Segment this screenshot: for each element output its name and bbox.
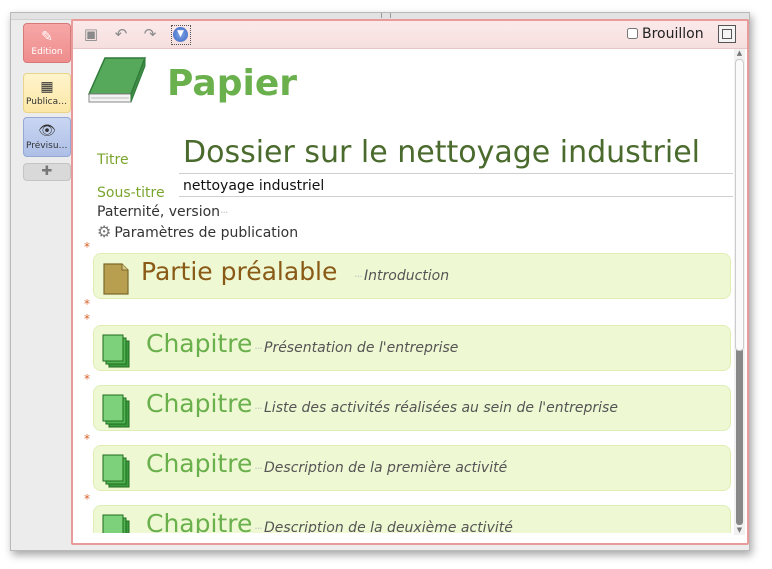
- pencil-icon: ✎: [41, 29, 53, 45]
- draft-checkbox[interactable]: [627, 28, 638, 39]
- undo-icon: ↶: [114, 25, 128, 43]
- tab-publication[interactable]: ▦ Publication: [23, 73, 71, 113]
- block-description: ··· Introduction: [354, 268, 450, 284]
- authorship-label: Paternité, version: [97, 204, 221, 220]
- dotted-leader: ···: [254, 522, 264, 533]
- title-field[interactable]: Dossier sur le nettoyage industriel: [179, 133, 733, 174]
- publish-params-label: Paramètres de publication: [114, 225, 299, 241]
- block-description: ··· Liste des activités réalisées au sei…: [254, 400, 618, 416]
- chapter-block[interactable]: Chapitre ··· Description de la deuxième …: [93, 505, 731, 533]
- redo-button[interactable]: ↷: [141, 25, 159, 43]
- document-content: Papier Titre Dossier sur le nettoyage in…: [73, 49, 733, 533]
- block-kind: Chapitre: [146, 509, 253, 533]
- chapter-icon: [102, 454, 130, 488]
- tab-edition[interactable]: ✎ Édition: [23, 23, 71, 63]
- insert-marker[interactable]: *: [84, 372, 90, 386]
- add-tab-button[interactable]: ✚: [23, 163, 71, 181]
- block-kind: Chapitre: [146, 449, 253, 478]
- draft-toggle[interactable]: Brouillon: [627, 26, 704, 42]
- chapter-block[interactable]: Chapitre ··· Présentation de l'entrepris…: [93, 325, 731, 371]
- book-icon: [87, 57, 147, 103]
- dotted-leader: ···: [354, 270, 364, 283]
- dotted-leader: ···: [254, 462, 264, 475]
- resize-grip[interactable]: [381, 13, 391, 18]
- publication-icon: ▦: [40, 79, 54, 95]
- scroll-up-arrow-icon[interactable]: ▲: [735, 49, 744, 58]
- insert-marker[interactable]: *: [84, 240, 90, 254]
- draft-label: Brouillon: [642, 26, 704, 42]
- redo-icon: ↷: [143, 25, 157, 43]
- authorship-section[interactable]: Paternité, version···: [97, 204, 228, 220]
- insert-marker[interactable]: *: [84, 312, 90, 326]
- chapter-block[interactable]: Chapitre ··· Liste des activités réalisé…: [93, 385, 731, 431]
- insert-marker[interactable]: *: [84, 297, 90, 311]
- block-description: ··· Présentation de l'entreprise: [254, 340, 459, 356]
- save-icon: ▣: [83, 25, 99, 43]
- preliminary-part-block[interactable]: Partie préalable ··· Introduction: [93, 253, 731, 299]
- gear-icon: ⚙: [97, 222, 112, 241]
- tab-previsualisation-label: Prévisualisation: [26, 141, 70, 151]
- dotted-leader: ···: [220, 206, 228, 219]
- title-label: Titre: [97, 152, 129, 168]
- dotted-leader: ···: [254, 402, 264, 415]
- insert-marker[interactable]: *: [84, 432, 90, 446]
- tab-previsualisation[interactable]: 👁 Prévisualisation: [23, 117, 71, 157]
- chapter-icon: [102, 514, 130, 533]
- insert-marker[interactable]: *: [84, 492, 90, 506]
- chapter-icon: [102, 394, 130, 428]
- subtitle-field[interactable]: nettoyage industriel: [179, 176, 733, 197]
- block-kind: Chapitre: [146, 329, 253, 358]
- maximize-button[interactable]: [718, 25, 736, 43]
- undo-button[interactable]: ↶: [112, 25, 130, 43]
- block-kind: Chapitre: [146, 389, 253, 418]
- vertical-scrollbar[interactable]: ▲ ▼: [734, 49, 745, 535]
- scroll-thumb[interactable]: [735, 59, 744, 351]
- block-kind: Partie préalable: [141, 257, 338, 286]
- mode-sidebar: ✎ Édition ▦ Publication 👁 Prévisualisati…: [23, 23, 71, 528]
- block-description: ··· Description de la première activité: [254, 460, 508, 476]
- app-window: ✎ Édition ▦ Publication 👁 Prévisualisati…: [10, 12, 750, 551]
- chapter-icon: [102, 334, 130, 368]
- editor-pane: ▣ ↶ ↷ ▼ Brouillon Papier Titre Dossier s…: [71, 19, 749, 545]
- tab-edition-label: Édition: [31, 47, 63, 57]
- document-kind-title: Papier: [167, 63, 297, 104]
- scroll-down-arrow-icon[interactable]: ▼: [735, 526, 744, 535]
- eye-icon: 👁: [38, 123, 56, 139]
- plus-icon: ✚: [41, 164, 53, 179]
- part-icon: [103, 263, 129, 295]
- dotted-leader: ···: [254, 342, 264, 355]
- outline-button[interactable]: ▼: [171, 25, 191, 45]
- chevron-down-icon: ▼: [173, 27, 188, 42]
- publish-params-section[interactable]: ⚙ Paramètres de publication: [97, 222, 298, 241]
- chapter-block[interactable]: Chapitre ··· Description de la première …: [93, 445, 731, 491]
- tab-publication-label: Publication: [26, 97, 70, 107]
- editor-toolbar: ▣ ↶ ↷ ▼ Brouillon: [73, 21, 747, 49]
- block-description: ··· Description de la deuxième activité: [254, 520, 513, 533]
- save-button[interactable]: ▣: [82, 25, 100, 43]
- subtitle-label: Sous-titre: [97, 185, 165, 201]
